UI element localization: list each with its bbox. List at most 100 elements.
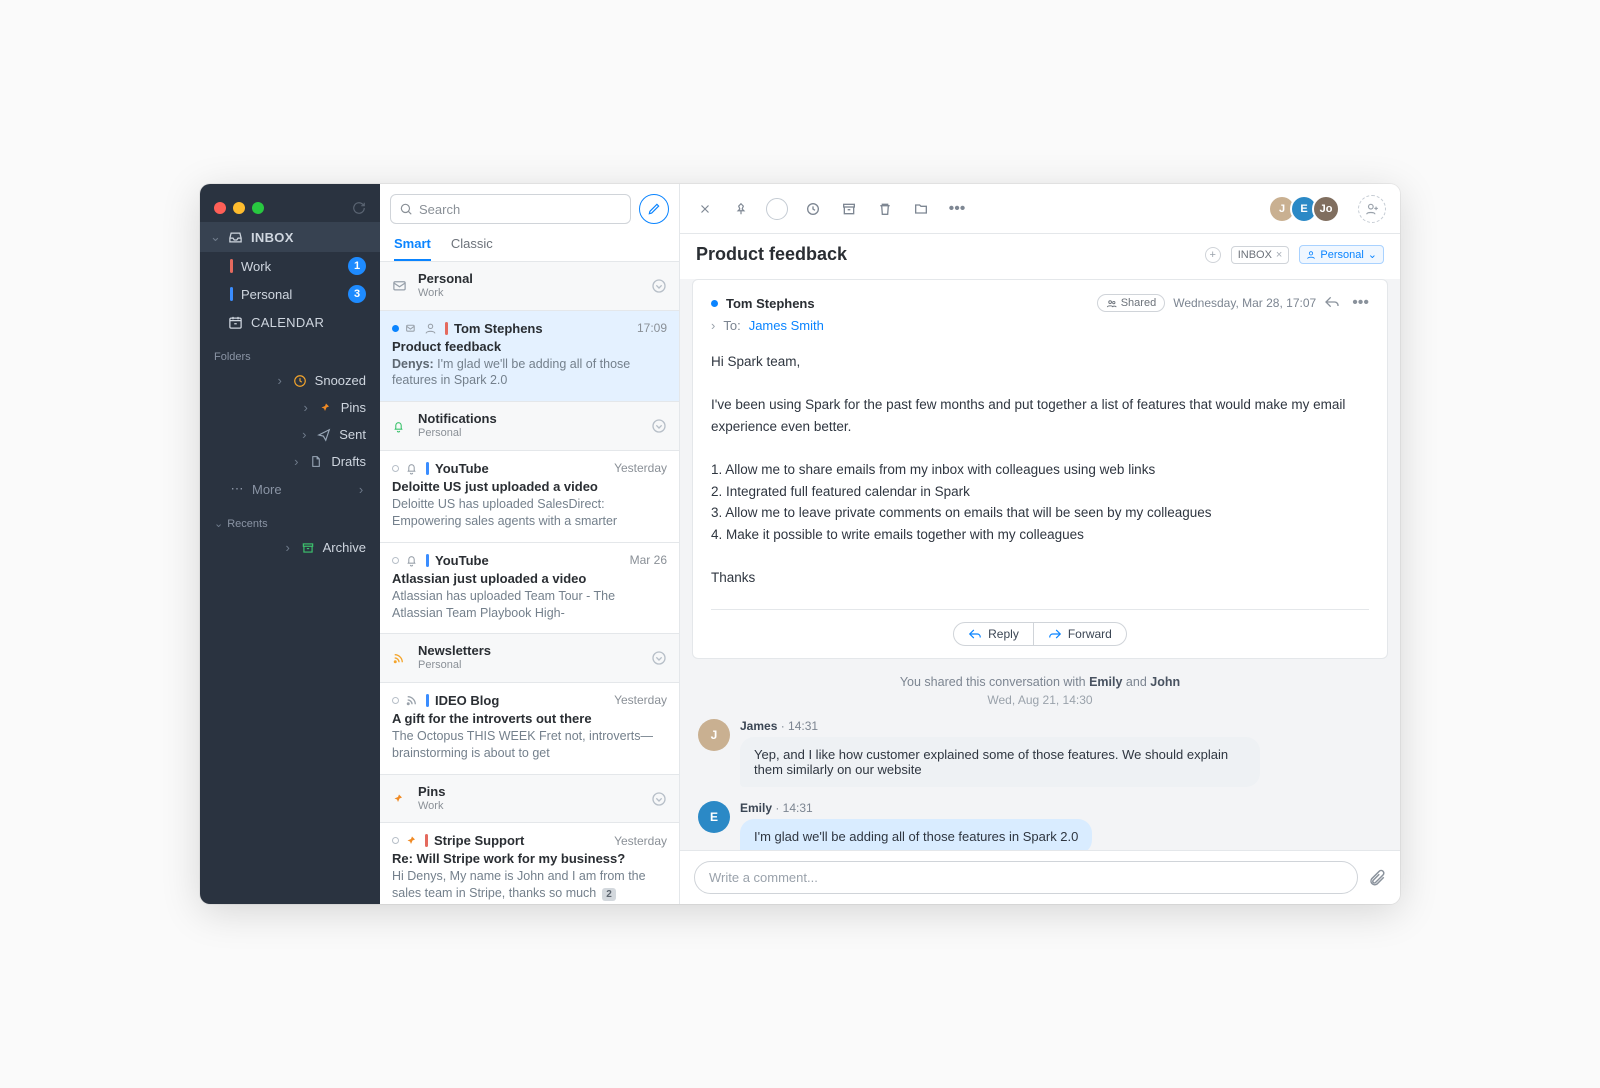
search-icon <box>399 202 413 216</box>
avatar: E <box>698 801 730 833</box>
mail-icon <box>392 278 408 293</box>
close-window-button[interactable] <box>214 202 226 214</box>
rss-icon <box>405 694 418 707</box>
thread-count-badge: 2 <box>602 888 616 901</box>
remove-label-icon[interactable]: × <box>1276 249 1282 261</box>
sidebar-folder-pins[interactable]: › Pins <box>200 394 380 421</box>
account-color-bar <box>426 554 429 567</box>
label-chip-inbox[interactable]: INBOX× <box>1231 246 1290 264</box>
unread-dot-icon <box>711 300 718 307</box>
comment-compose-bar: Write a comment... <box>680 850 1400 904</box>
section-subtitle: Personal <box>418 427 497 440</box>
sidebar-item-more[interactable]: ⋯ More › <box>200 475 380 503</box>
sidebar-section-folders: Folders <box>200 337 380 367</box>
avatar: J <box>698 719 730 751</box>
email-list-item[interactable]: Tom Stephens 17:09 Product feedback Deny… <box>380 311 679 403</box>
chevron-down-icon: ⌄ <box>214 517 223 530</box>
reader-toolbar: ••• JEJo <box>680 184 1400 234</box>
bell-icon <box>405 554 418 567</box>
collapse-icon[interactable] <box>651 418 667 434</box>
list-tabs: Smart Classic <box>380 224 679 262</box>
to-recipient[interactable]: James Smith <box>749 318 824 333</box>
snooze-button[interactable] <box>802 198 824 220</box>
comment-meta: James · 14:31 <box>740 719 1260 733</box>
reply-action-button[interactable]: Reply <box>953 622 1034 646</box>
chevron-down-icon: ⌄ <box>210 229 220 245</box>
bell-icon <box>392 420 408 433</box>
archive-button[interactable] <box>838 198 860 220</box>
archive-icon <box>301 541 315 555</box>
email-list-item[interactable]: YouTube Mar 26 Atlassian just uploaded a… <box>380 543 679 635</box>
pin-icon <box>392 793 408 805</box>
person-icon <box>1306 250 1316 260</box>
to-label: To: <box>723 318 740 333</box>
sync-icon[interactable] <box>352 201 366 215</box>
email-subject: Re: Will Stripe work for my business? <box>392 851 667 866</box>
sidebar: ⌄ INBOX Work 1 Personal 3 CALENDAR Folde… <box>200 184 380 904</box>
sidebar-item-inbox[interactable]: ⌄ INBOX <box>200 222 380 252</box>
email-preview: The Octopus THIS WEEK Fret not, introver… <box>392 728 667 762</box>
email-sender: Tom Stephens <box>726 296 815 311</box>
fullscreen-window-button[interactable] <box>252 202 264 214</box>
avatar[interactable]: Jo <box>1312 195 1340 223</box>
move-button[interactable] <box>910 198 932 220</box>
list-section-personal[interactable]: Personal Work <box>380 262 679 311</box>
sidebar-folder-snoozed[interactable]: › Snoozed <box>200 367 380 394</box>
attach-button[interactable] <box>1368 869 1386 887</box>
email-time: Yesterday <box>614 693 667 707</box>
send-icon <box>317 428 331 442</box>
add-collaborator-button[interactable] <box>1358 195 1386 223</box>
list-section-notifications[interactable]: Notifications Personal <box>380 402 679 451</box>
sidebar-item-label: CALENDAR <box>251 315 324 330</box>
collapse-icon[interactable] <box>651 278 667 294</box>
more-button[interactable]: ••• <box>946 198 968 220</box>
list-section-newsletters[interactable]: Newsletters Personal <box>380 634 679 683</box>
list-section-pins[interactable]: Pins Work <box>380 775 679 824</box>
close-button[interactable] <box>694 198 716 220</box>
read-dot-icon <box>392 837 399 844</box>
sidebar-recent-archive[interactable]: › Archive <box>200 534 380 561</box>
email-list-item[interactable]: IDEO Blog Yesterday A gift for the intro… <box>380 683 679 775</box>
collapse-icon[interactable] <box>651 650 667 666</box>
unread-count-badge: 3 <box>348 285 366 303</box>
email-subject: Deloitte US just uploaded a video <box>392 479 667 494</box>
sidebar-item-work[interactable]: Work 1 <box>200 252 380 280</box>
pencil-icon <box>647 202 661 216</box>
clock-icon <box>293 374 307 388</box>
people-icon <box>1106 298 1117 309</box>
email-list-item[interactable]: YouTube Yesterday Deloitte US just uploa… <box>380 451 679 543</box>
collapse-icon[interactable] <box>651 791 667 807</box>
account-chip[interactable]: Personal ⌄ <box>1299 245 1384 264</box>
reader-header: Product feedback + INBOX× Personal ⌄ <box>680 234 1400 279</box>
email-date: Wednesday, Mar 28, 17:07 <box>1173 296 1316 310</box>
comment-input[interactable]: Write a comment... <box>694 861 1358 894</box>
email-list-item[interactable]: Stripe Support Yesterday Re: Will Stripe… <box>380 823 679 904</box>
minimize-window-button[interactable] <box>233 202 245 214</box>
sidebar-folder-sent[interactable]: › Sent <box>200 421 380 448</box>
tab-smart[interactable]: Smart <box>394 236 431 261</box>
section-title: Notifications <box>418 412 497 427</box>
pin-button[interactable] <box>730 198 752 220</box>
account-color-bar <box>230 259 233 273</box>
shared-pill[interactable]: Shared <box>1097 294 1165 312</box>
read-toggle-button[interactable] <box>766 198 788 220</box>
sidebar-item-calendar[interactable]: CALENDAR <box>200 308 380 337</box>
chevron-right-icon[interactable]: › <box>711 318 715 333</box>
account-color-bar <box>426 462 429 475</box>
thread-collaborators[interactable]: JEJo <box>1274 195 1340 223</box>
tab-classic[interactable]: Classic <box>451 236 493 261</box>
reply-button[interactable] <box>1324 294 1340 312</box>
sidebar-item-personal[interactable]: Personal 3 <box>200 280 380 308</box>
sidebar-folder-drafts[interactable]: › Drafts <box>200 448 380 475</box>
search-input[interactable]: Search <box>390 194 631 224</box>
delete-button[interactable] <box>874 198 896 220</box>
compose-button[interactable] <box>639 194 669 224</box>
email-card: Tom Stephens Shared Wednesday, Mar 28, 1… <box>692 279 1388 659</box>
sidebar-item-label: Pins <box>341 400 366 415</box>
section-title: Newsletters <box>418 644 491 659</box>
email-more-button[interactable]: ••• <box>1352 294 1369 312</box>
read-dot-icon <box>392 697 399 704</box>
forward-action-button[interactable]: Forward <box>1034 622 1127 646</box>
read-dot-icon <box>392 465 399 472</box>
add-label-button[interactable]: + <box>1205 247 1221 263</box>
